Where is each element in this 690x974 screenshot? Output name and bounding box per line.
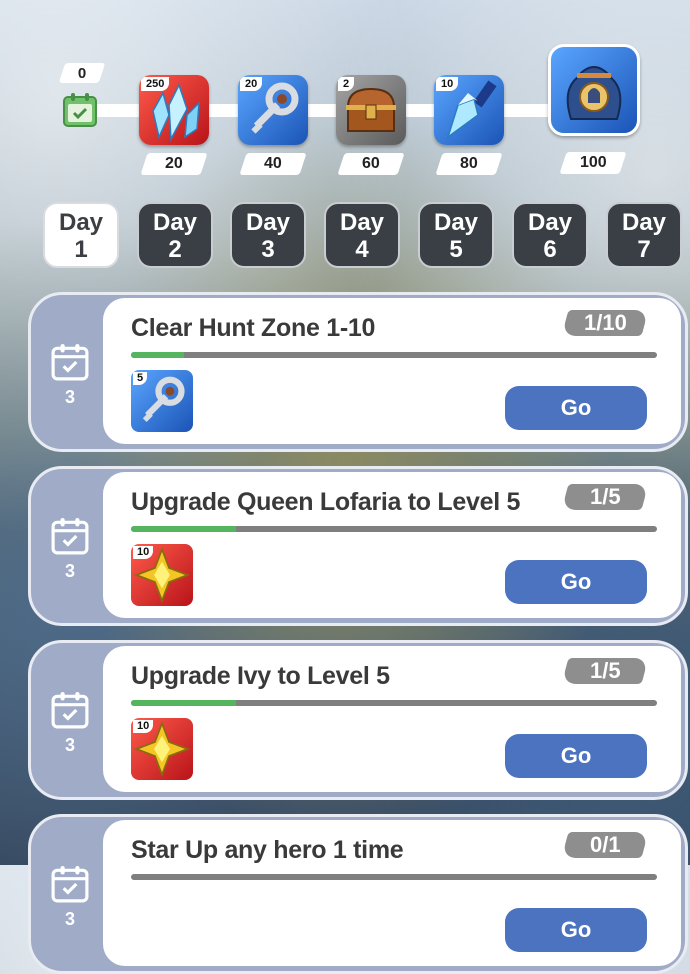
quest-progress-badge: 1/10 [561, 310, 649, 336]
milestone-reward-keys[interactable]: 20 [238, 75, 308, 145]
calendar-check-icon [51, 866, 89, 903]
calendar-check-icon [51, 692, 89, 729]
quest-title: Upgrade Ivy to Level 5 [131, 662, 390, 690]
quest-card: 3 Star Up any hero 1 time 0/1 Go [28, 814, 688, 974]
milestone-points: 80 [435, 153, 503, 175]
quest-progress-fill [131, 526, 237, 532]
tab-day-1[interactable]: Day 1 [43, 202, 119, 268]
calendar-check-icon [63, 93, 97, 127]
go-button[interactable]: Go [505, 908, 647, 952]
quest-progress-fill [131, 352, 184, 358]
quest-card: 3 Upgrade Ivy to Level 5 1/5 10 Go [28, 640, 688, 800]
milestone-points: 60 [337, 153, 405, 175]
quest-title: Clear Hunt Zone 1-10 [131, 314, 376, 342]
quest-progress-bar [131, 700, 657, 706]
milestone-points: 100 [559, 152, 627, 174]
quest-progress-bar [131, 874, 657, 880]
tab-day-7[interactable]: Day 7 [606, 202, 682, 268]
tab-day-6[interactable]: Day 6 [512, 202, 588, 268]
reward-quantity: 10 [133, 546, 154, 559]
quest-points: 3 [64, 561, 75, 581]
quest-reward[interactable]: 10 [131, 544, 193, 606]
quest-points: 3 [64, 387, 75, 407]
quest-body: Star Up any hero 1 time 0/1 Go [103, 820, 681, 966]
points-counter: 0 [58, 63, 106, 83]
quest-card: 3 Clear Hunt Zone 1-10 1/10 5 Go [28, 292, 688, 452]
quest-body: Upgrade Ivy to Level 5 1/5 10 Go [103, 646, 681, 792]
reward-quantity: 20 [240, 77, 263, 91]
tab-day-3[interactable]: Day 3 [230, 202, 306, 268]
quest-points: 3 [64, 735, 75, 755]
go-button[interactable]: Go [505, 386, 647, 430]
quest-progress-bar [131, 352, 657, 358]
quest-progress-badge: 1/5 [561, 658, 649, 684]
quest-reward[interactable]: 10 [131, 718, 193, 780]
calendar-check-icon [51, 344, 89, 381]
quest-progress-bar [131, 526, 657, 532]
quest-reward[interactable]: 5 [131, 370, 193, 432]
milestone-reward-ice-shards[interactable]: 10 [434, 75, 504, 145]
tab-day-5[interactable]: Day 5 [418, 202, 494, 268]
milestone-points: 20 [140, 153, 208, 175]
quest-body: Clear Hunt Zone 1-10 1/10 5 Go [103, 298, 681, 444]
quest-points: 3 [64, 909, 75, 929]
tab-day-2[interactable]: Day 2 [137, 202, 213, 268]
milestone-points: 40 [239, 153, 307, 175]
milestone-reward-chest[interactable]: 2 [336, 75, 406, 145]
quest-title: Upgrade Queen Lofaria to Level 5 [131, 488, 521, 516]
quest-title: Star Up any hero 1 time [131, 836, 404, 864]
go-button[interactable]: Go [505, 734, 647, 778]
quest-body: Upgrade Queen Lofaria to Level 5 1/5 10 … [103, 472, 681, 618]
spartan-loot-bag-icon [566, 66, 622, 120]
milestone-grand-reward[interactable] [548, 44, 640, 136]
go-button[interactable]: Go [505, 560, 647, 604]
quest-card: 3 Upgrade Queen Lofaria to Level 5 1/5 1… [28, 466, 688, 626]
quest-progress-fill [131, 700, 237, 706]
reward-quantity: 10 [436, 77, 459, 91]
quest-progress-badge: 1/5 [561, 484, 649, 510]
reward-quantity: 10 [133, 720, 154, 733]
quest-progress-badge: 0/1 [561, 832, 649, 858]
reward-quantity: 250 [141, 77, 170, 91]
calendar-check-icon [51, 518, 89, 555]
milestone-reward-crystals[interactable]: 250 [139, 75, 209, 145]
tab-day-4[interactable]: Day 4 [324, 202, 400, 268]
